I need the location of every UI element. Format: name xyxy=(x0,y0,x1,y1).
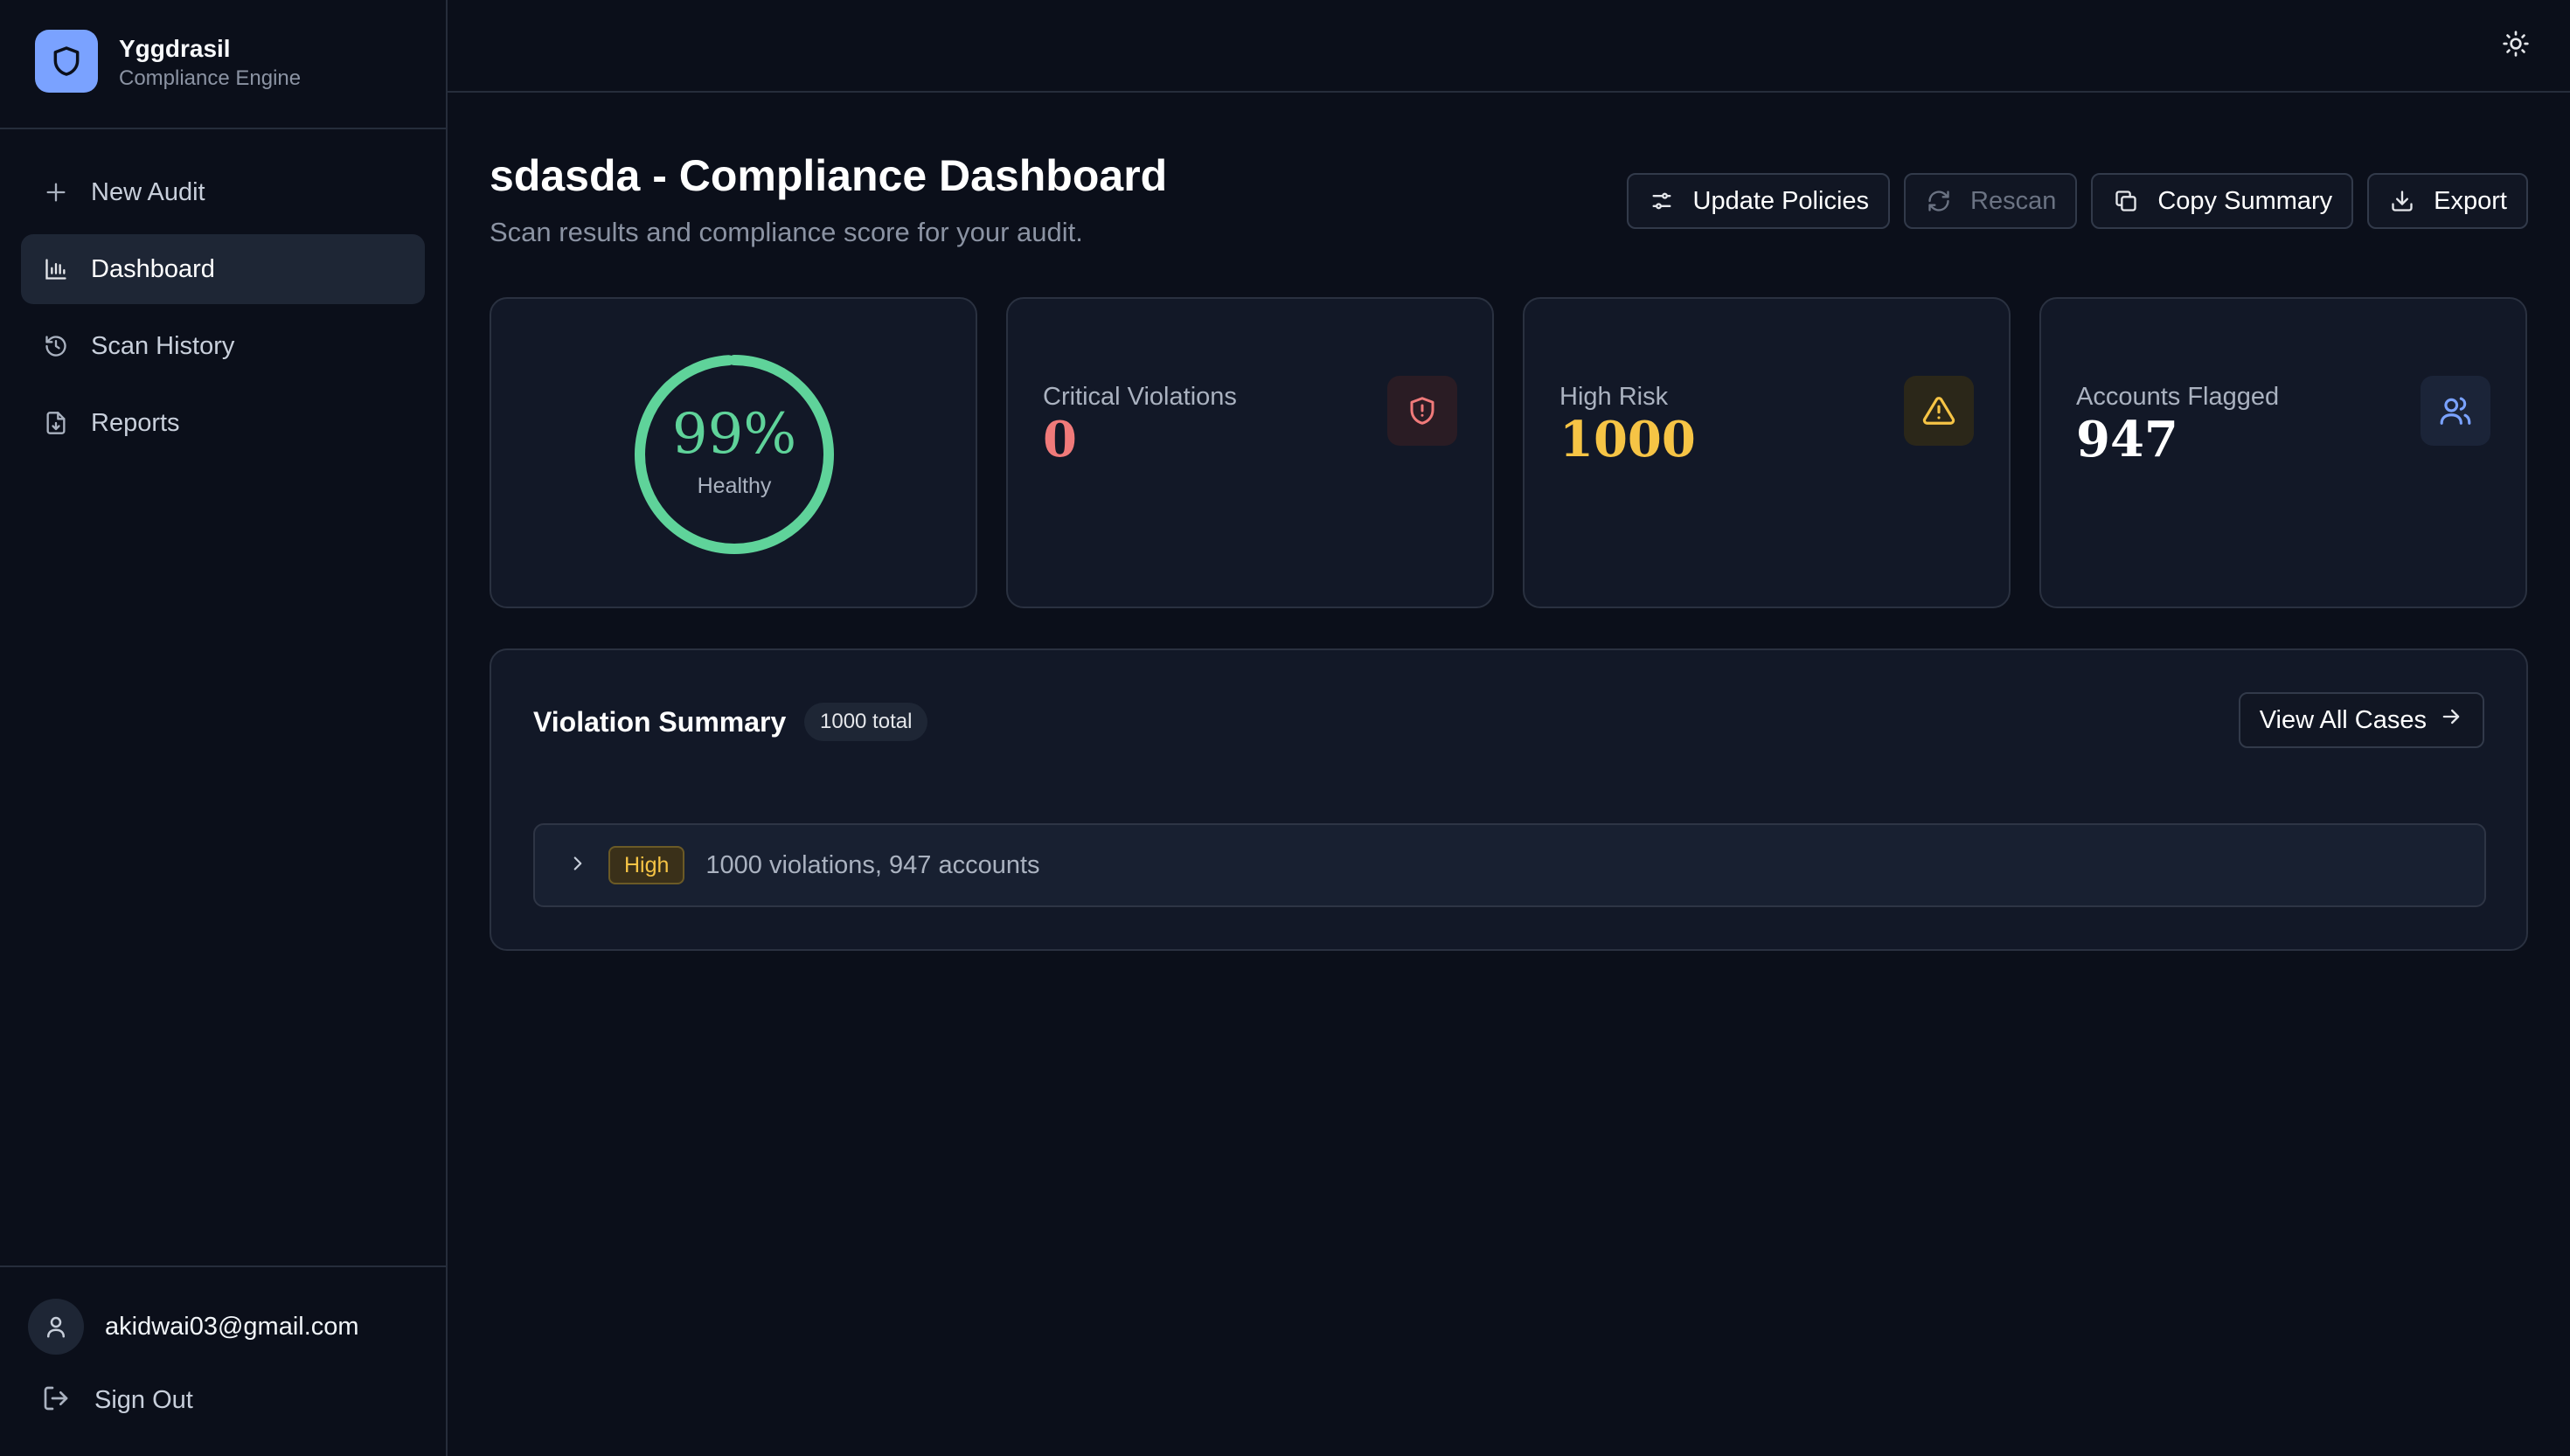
log-out-icon xyxy=(42,1384,70,1417)
brand-subtitle: Compliance Engine xyxy=(119,66,302,90)
stats-row: 99% Healthy Critical Violations 0 High R… xyxy=(490,297,2528,608)
sidebar-footer: akidwai03@gmail.com Sign Out xyxy=(0,1265,446,1456)
update-policies-button[interactable]: Update Policies xyxy=(1626,173,1891,229)
users-icon xyxy=(2421,376,2490,446)
download-icon xyxy=(2388,187,2416,215)
chevron-right-icon xyxy=(566,852,589,879)
rescan-label: Rescan xyxy=(1970,186,2057,215)
brand: Yggdrasil Compliance Engine xyxy=(0,0,446,129)
compliance-score-card: 99% Healthy xyxy=(490,297,977,608)
shield-alert-icon xyxy=(1387,376,1457,446)
alert-triangle-icon xyxy=(1904,376,1974,446)
high-risk-value: 1000 xyxy=(1559,411,1696,468)
sidebar-item-dashboard[interactable]: Dashboard xyxy=(21,234,425,304)
violation-row-text: 1000 violations, 947 accounts xyxy=(705,850,1040,879)
high-risk-card: High Risk 1000 xyxy=(1523,297,2011,608)
sign-out-label: Sign Out xyxy=(94,1386,193,1414)
sidebar-item-reports[interactable]: Reports xyxy=(21,388,425,458)
copy-summary-label: Copy Summary xyxy=(2157,186,2333,215)
high-risk-label: High Risk xyxy=(1559,383,1669,411)
app: Yggdrasil Compliance Engine New Audit Da… xyxy=(0,0,2570,1456)
sidebar-item-label: Scan History xyxy=(91,331,235,360)
violation-row[interactable]: High 1000 violations, 947 accounts xyxy=(533,823,2486,907)
view-all-cases-button[interactable]: View All Cases xyxy=(2238,692,2484,748)
score-label: Healthy xyxy=(697,474,772,498)
bar-chart-icon xyxy=(42,255,70,283)
accounts-flagged-value: 947 xyxy=(2076,411,2178,468)
view-all-cases-label: View All Cases xyxy=(2259,705,2427,734)
arrow-right-icon xyxy=(2439,704,2463,736)
sidebar-item-new-audit[interactable]: New Audit xyxy=(21,157,425,227)
sidebar-item-label: Dashboard xyxy=(91,254,215,283)
page-title: sdasda - Compliance Dashboard xyxy=(490,151,1168,200)
sidebar-item-scan-history[interactable]: Scan History xyxy=(21,311,425,381)
severity-badge: High xyxy=(608,846,685,884)
shield-logo-icon xyxy=(35,30,98,93)
critical-violations-label: Critical Violations xyxy=(1043,383,1237,411)
sidebar-item-label: New Audit xyxy=(91,177,205,206)
toolbar-actions: Update Policies Rescan Copy Summary Expo… xyxy=(1626,173,2528,229)
accounts-flagged-label: Accounts Flagged xyxy=(2076,383,2280,411)
violation-summary-title: Violation Summary xyxy=(533,706,787,738)
theme-toggle-button[interactable] xyxy=(2497,26,2535,65)
user-email: akidwai03@gmail.com xyxy=(105,1312,359,1341)
copy-summary-button[interactable]: Copy Summary xyxy=(2091,173,2354,229)
accounts-flagged-card: Accounts Flagged 947 xyxy=(2039,297,2527,608)
critical-violations-card: Critical Violations 0 xyxy=(1006,297,1494,608)
sidebar-nav: New Audit Dashboard Scan History Reports xyxy=(21,157,425,465)
sliders-icon xyxy=(1648,187,1676,215)
avatar xyxy=(28,1299,84,1355)
refresh-icon xyxy=(1925,187,1953,215)
brand-name: Yggdrasil xyxy=(119,35,231,62)
user-profile[interactable]: akidwai03@gmail.com xyxy=(28,1299,359,1355)
history-icon xyxy=(42,332,70,360)
score-value: 99% xyxy=(671,402,797,467)
export-label: Export xyxy=(2434,186,2507,215)
sidebar: Yggdrasil Compliance Engine New Audit Da… xyxy=(0,0,448,1456)
copy-icon xyxy=(2112,187,2140,215)
plus-icon xyxy=(42,178,70,206)
top-bar xyxy=(448,0,2570,93)
total-badge: 1000 total xyxy=(804,703,928,741)
violation-summary-panel: Violation Summary 1000 total View All Ca… xyxy=(490,648,2528,951)
update-policies-label: Update Policies xyxy=(1692,186,1870,215)
rescan-button[interactable]: Rescan xyxy=(1904,173,2078,229)
sign-out-button[interactable]: Sign Out xyxy=(42,1384,193,1417)
sidebar-item-label: Reports xyxy=(91,408,180,437)
export-button[interactable]: Export xyxy=(2367,173,2528,229)
critical-violations-value: 0 xyxy=(1043,411,1077,468)
page-subtitle: Scan results and compliance score for yo… xyxy=(490,217,1083,247)
sun-icon xyxy=(2502,30,2530,62)
file-download-icon xyxy=(42,409,70,437)
